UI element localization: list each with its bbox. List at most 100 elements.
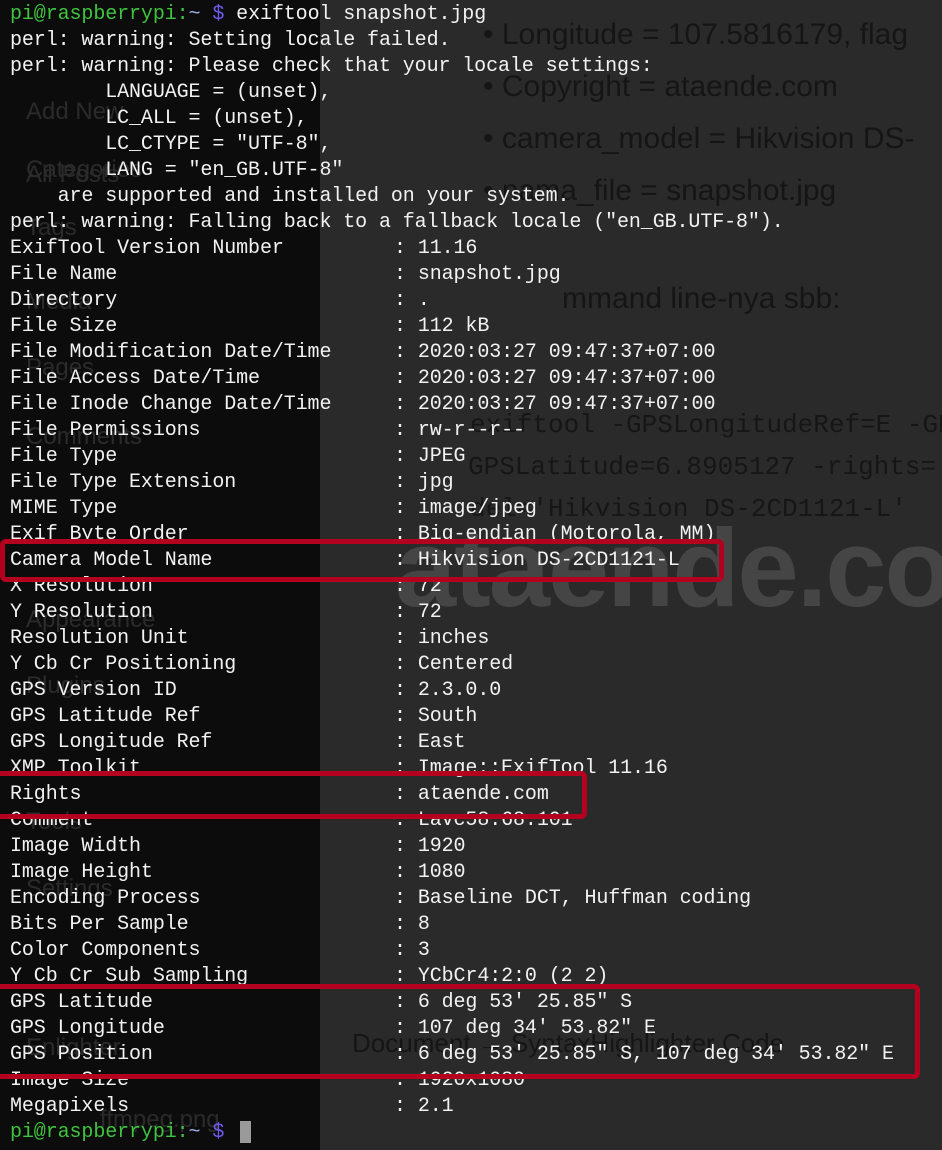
exif-field: ExifTool Version Number: 11.16 (0, 236, 942, 262)
exif-field: File Permissions: rw-r--r-- (0, 418, 942, 444)
field-label: Resolution Unit (10, 627, 189, 650)
field-separator: : (394, 1095, 418, 1118)
field-separator: : (394, 471, 418, 494)
exif-field: GPS Version ID: 2.3.0.0 (0, 678, 942, 704)
field-value: jpg (417, 471, 454, 494)
field-label: Megapixels (10, 1095, 130, 1118)
command-text: exiftool snapshot.jpg (236, 3, 487, 26)
warning-line: perl: warning: Setting locale failed. (10, 29, 451, 52)
exif-field: File Size: 112 kB (0, 314, 942, 340)
field-value: 112 kB (417, 315, 490, 338)
field-value: JPEG (417, 445, 466, 468)
exif-field: Encoding Process: Baseline DCT, Huffman … (0, 886, 942, 912)
field-label: File Type Extension (10, 471, 237, 494)
field-value: 1920 (417, 835, 466, 858)
field-separator: : (394, 731, 418, 754)
field-label: Y Cb Cr Positioning (10, 653, 237, 676)
field-label: File Permissions (10, 419, 201, 442)
field-value: Baseline DCT, Huffman coding (417, 887, 752, 910)
exif-field: Megapixels: 2.1 (0, 1094, 942, 1120)
field-label: Image Width (10, 835, 141, 858)
field-label: ExifTool Version Number (10, 237, 284, 260)
highlight-rights (0, 771, 587, 819)
field-value: image/jpeg (417, 497, 537, 520)
field-value: 11.16 (417, 237, 478, 260)
field-label: MIME Type (10, 497, 118, 520)
exif-field: File Modification Date/Time: 2020:03:27 … (0, 340, 942, 366)
field-separator: : (394, 627, 418, 650)
exif-field: File Type: JPEG (0, 444, 942, 470)
exif-field: Directory: . (0, 288, 942, 314)
cursor[interactable] (240, 1120, 252, 1143)
field-label: File Modification Date/Time (10, 341, 332, 364)
field-separator: : (394, 887, 418, 910)
prompt-symbol: $ (212, 1121, 225, 1144)
field-value: Centered (417, 653, 514, 676)
field-value: 2020:03:27 09:47:37+07:00 (417, 367, 716, 390)
field-separator: : (394, 705, 418, 728)
field-label: File Size (10, 315, 118, 338)
field-value: 2.3.0.0 (417, 679, 502, 702)
field-separator: : (394, 263, 418, 286)
field-separator: : (394, 939, 418, 962)
field-value: 1080 (417, 861, 466, 884)
field-separator: : (394, 445, 418, 468)
field-separator: : (394, 679, 418, 702)
field-value: 2.1 (417, 1095, 454, 1118)
field-separator: : (394, 497, 418, 520)
field-separator: : (394, 367, 418, 390)
field-separator: : (394, 237, 418, 260)
prompt-path: ~ (188, 3, 201, 26)
field-separator: : (394, 341, 418, 364)
field-value: East (417, 731, 466, 754)
exif-field: Color Components: 3 (0, 938, 942, 964)
prompt-user-host: pi@raspberrypi (10, 3, 177, 26)
field-label: GPS Longitude Ref (10, 731, 213, 754)
field-label: GPS Latitude Ref (10, 705, 201, 728)
field-separator: : (394, 393, 418, 416)
prompt-user-host: pi@raspberrypi (10, 1121, 177, 1144)
field-separator: : (394, 315, 418, 338)
field-label: Encoding Process (10, 887, 201, 910)
field-value: . (417, 289, 430, 312)
exif-field: File Name: snapshot.jpg (0, 262, 942, 288)
field-label: File Inode Change Date/Time (10, 393, 332, 416)
field-label: Directory (10, 289, 118, 312)
field-value: snapshot.jpg (417, 263, 561, 286)
exif-field: GPS Longitude Ref: East (0, 730, 942, 756)
warning-line: perl: warning: Please check that your lo… (10, 55, 653, 78)
field-label: File Access Date/Time (10, 367, 260, 390)
highlight-camera-model (0, 539, 724, 582)
exif-field: File Type Extension: jpg (0, 470, 942, 496)
exif-field: Y Resolution: 72 (0, 600, 942, 626)
exif-field: GPS Latitude Ref: South (0, 704, 942, 730)
warning-line: LANG = "en_GB.UTF-8" (10, 159, 344, 182)
exif-field: Resolution Unit: inches (0, 626, 942, 652)
field-label: Image Height (10, 861, 153, 884)
field-separator: : (394, 835, 418, 858)
prompt-line[interactable]: pi@raspberrypi:~ $ (0, 1120, 942, 1146)
field-label: Bits Per Sample (10, 913, 189, 936)
warning-line: perl: warning: Falling back to a fallbac… (10, 211, 784, 234)
field-separator: : (394, 289, 418, 312)
field-value: 2020:03:27 09:47:37+07:00 (417, 393, 716, 416)
field-label: File Type (10, 445, 118, 468)
exif-field: Y Cb Cr Positioning: Centered (0, 652, 942, 678)
exif-field: Bits Per Sample: 8 (0, 912, 942, 938)
prompt-path: ~ (188, 1121, 201, 1144)
field-label: GPS Version ID (10, 679, 177, 702)
warning-line: LANGUAGE = (unset), (10, 81, 332, 104)
command-line: pi@raspberrypi:~ $ exiftool snapshot.jpg (0, 2, 942, 28)
exif-field: File Inode Change Date/Time: 2020:03:27 … (0, 392, 942, 418)
field-value: South (417, 705, 478, 728)
warning-line: are supported and installed on your syst… (10, 185, 570, 208)
warning-line: LC_ALL = (unset), (10, 107, 308, 130)
exif-field: Image Height: 1080 (0, 860, 942, 886)
exif-field: File Access Date/Time: 2020:03:27 09:47:… (0, 366, 942, 392)
warning-line: LC_CTYPE = "UTF-8", (10, 133, 332, 156)
field-separator: : (394, 601, 418, 624)
exif-field: Image Width: 1920 (0, 834, 942, 860)
highlight-gps (0, 984, 920, 1079)
field-value: 3 (417, 939, 430, 962)
field-separator: : (394, 419, 418, 442)
